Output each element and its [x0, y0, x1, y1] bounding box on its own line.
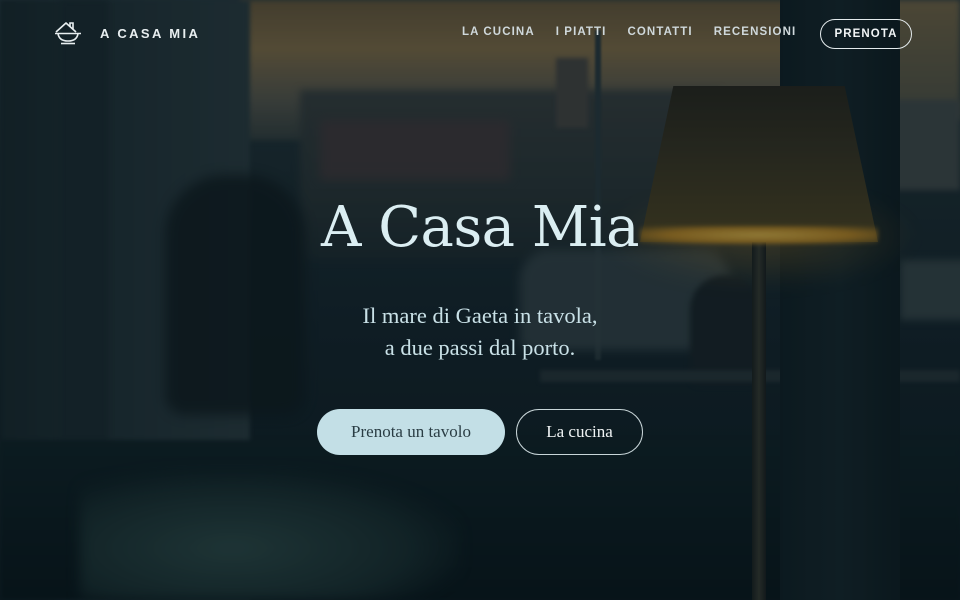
book-table-button[interactable]: Prenota un tavolo [317, 409, 505, 455]
hero-title: A Casa Mia [320, 195, 640, 260]
site-header: A CASA MIA LA CUCINA I PIATTI CONTATTI R… [0, 0, 960, 66]
prenota-button[interactable]: PRENOTA [820, 19, 912, 49]
main-nav: LA CUCINA I PIATTI CONTATTI RECENSIONI [462, 26, 796, 38]
kitchen-button[interactable]: La cucina [516, 409, 643, 455]
brand-name: A CASA MIA [100, 25, 201, 41]
house-bowl-icon [55, 22, 81, 45]
hero-subtitle-line-1: Il mare di Gaeta in tavola, [362, 303, 598, 328]
nav-link-la-cucina[interactable]: LA CUCINA [462, 26, 535, 38]
hero-subtitle: Il mare di Gaeta in tavola, a due passi … [0, 300, 960, 364]
nav-link-contatti[interactable]: CONTATTI [627, 26, 692, 38]
hero-subtitle-line-2: a due passi dal porto. [384, 335, 576, 360]
nav-link-recensioni[interactable]: RECENSIONI [714, 26, 797, 38]
nav-link-i-piatti[interactable]: I PIATTI [556, 26, 607, 38]
brand-logo-link[interactable]: A CASA MIA [54, 20, 200, 46]
